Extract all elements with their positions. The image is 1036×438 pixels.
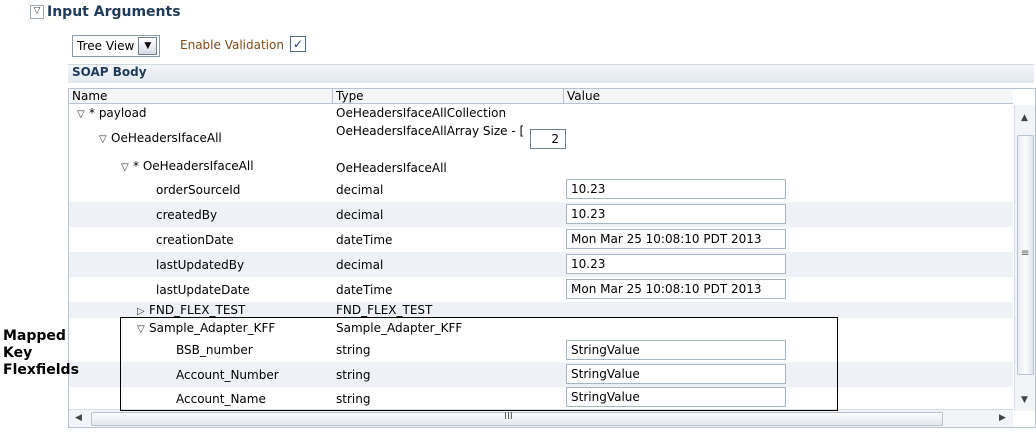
field-name: lastUpdatedBy xyxy=(156,258,245,272)
tree-node[interactable]: ▽ * payload xyxy=(77,106,147,120)
horizontal-scrollbar[interactable]: ◀ III ▶ xyxy=(69,409,1013,427)
soap-body-title: SOAP Body xyxy=(72,65,147,79)
collapse-icon[interactable]: ▽ xyxy=(30,5,44,19)
section-title: Input Arguments xyxy=(47,4,181,20)
kff-highlight-box xyxy=(120,317,838,411)
node-name: * OeHeadersIfaceAll xyxy=(133,159,254,173)
table-row: ▽ * OeHeadersIfaceAll OeHeadersIfaceAll xyxy=(69,151,1013,177)
array-size-input[interactable]: 2 xyxy=(530,129,566,149)
node-name: OeHeadersIfaceAll xyxy=(111,131,222,145)
node-name: * payload xyxy=(89,106,147,120)
field-type: decimal xyxy=(336,258,384,272)
horizontal-scroll-thumb[interactable]: III xyxy=(91,411,943,426)
dropdown-arrow-icon[interactable]: ▼ xyxy=(138,37,158,55)
table-row: ▷ FND_FLEX_TEST FND_FLEX_TEST xyxy=(69,302,1013,318)
node-type: OeHeadersIfaceAll xyxy=(336,161,447,175)
view-select[interactable]: Tree View ▼ xyxy=(72,35,161,57)
expand-triangle-icon[interactable]: ▽ xyxy=(77,109,89,120)
scroll-grip-icon: III xyxy=(504,411,513,422)
node-type: FND_FLEX_TEST xyxy=(336,303,433,317)
value-input[interactable]: Mon Mar 25 10:08:10 PDT 2013 xyxy=(566,229,786,249)
table-row: createdBy decimal 10.23 xyxy=(69,202,1013,227)
field-name: creationDate xyxy=(156,233,234,247)
node-name: FND_FLEX_TEST xyxy=(149,303,246,317)
tree-node[interactable]: ▷ FND_FLEX_TEST xyxy=(137,303,245,317)
table-row: ▽ * payload OeHeadersIfaceAllCollection xyxy=(69,105,1013,121)
value-input[interactable]: Mon Mar 25 10:08:10 PDT 2013 xyxy=(566,279,786,299)
table-row: creationDate dateTime Mon Mar 25 10:08:1… xyxy=(69,227,1013,252)
annotation-line: Flexfields xyxy=(3,362,79,378)
field-type: dateTime xyxy=(336,283,393,297)
annotation-line: Mapped xyxy=(3,328,66,344)
column-header-value[interactable]: Value xyxy=(564,89,1013,104)
value-input[interactable]: 10.23 xyxy=(566,254,786,274)
scroll-down-icon[interactable]: ▼ xyxy=(1021,395,1028,405)
annotation-line: Key xyxy=(3,345,33,361)
tree-node[interactable]: ▽ * OeHeadersIfaceAll xyxy=(121,159,254,173)
tree-node[interactable]: ▽ OeHeadersIfaceAll xyxy=(99,131,222,145)
vertical-scrollbar[interactable]: ▲ ≡ ▼ xyxy=(1014,105,1035,411)
scroll-right-icon[interactable]: ▶ xyxy=(999,413,1006,423)
table-row: lastUpdateDate dateTime Mon Mar 25 10:08… xyxy=(69,277,1013,302)
column-header-name[interactable]: Name xyxy=(69,89,332,104)
vertical-scroll-thumb[interactable]: ≡ xyxy=(1017,135,1034,375)
input-arguments-header[interactable]: ▽ Input Arguments xyxy=(30,4,181,20)
field-type: decimal xyxy=(336,208,384,222)
expand-triangle-icon[interactable]: ▽ xyxy=(99,134,111,145)
table-row: lastUpdatedBy decimal 10.23 xyxy=(69,252,1013,277)
scroll-up-icon[interactable]: ▲ xyxy=(1021,113,1028,123)
field-type: decimal xyxy=(336,183,384,197)
value-input[interactable]: 10.23 xyxy=(566,179,786,199)
value-input[interactable]: 10.23 xyxy=(566,204,786,224)
mapped-kff-annotation: Mapped Key Flexfields xyxy=(3,328,79,379)
column-header-type[interactable]: Type xyxy=(333,89,563,104)
field-name: createdBy xyxy=(156,208,218,222)
field-type: dateTime xyxy=(336,233,393,247)
array-size-label: OeHeadersIfaceAllArray Size - [ xyxy=(336,124,525,138)
scroll-grip-icon: ≡ xyxy=(1021,248,1030,259)
collapsed-triangle-icon[interactable]: ▷ xyxy=(137,306,149,317)
field-name: orderSourceId xyxy=(156,183,241,197)
enable-validation-checkbox[interactable]: ✓ xyxy=(290,36,306,52)
scroll-left-icon[interactable]: ◀ xyxy=(75,413,82,423)
table-row: orderSourceId decimal 10.23 xyxy=(69,177,1013,202)
table-row: ▽ OeHeadersIfaceAll OeHeadersIfaceAllArra… xyxy=(69,121,1013,151)
enable-validation-label: Enable Validation xyxy=(180,38,284,52)
node-type: OeHeadersIfaceAllCollection xyxy=(336,106,507,120)
view-select-value: Tree View xyxy=(77,39,135,53)
soap-body-header-bar xyxy=(68,64,1034,83)
expand-triangle-icon[interactable]: ▽ xyxy=(121,162,133,173)
field-name: lastUpdateDate xyxy=(156,283,250,297)
